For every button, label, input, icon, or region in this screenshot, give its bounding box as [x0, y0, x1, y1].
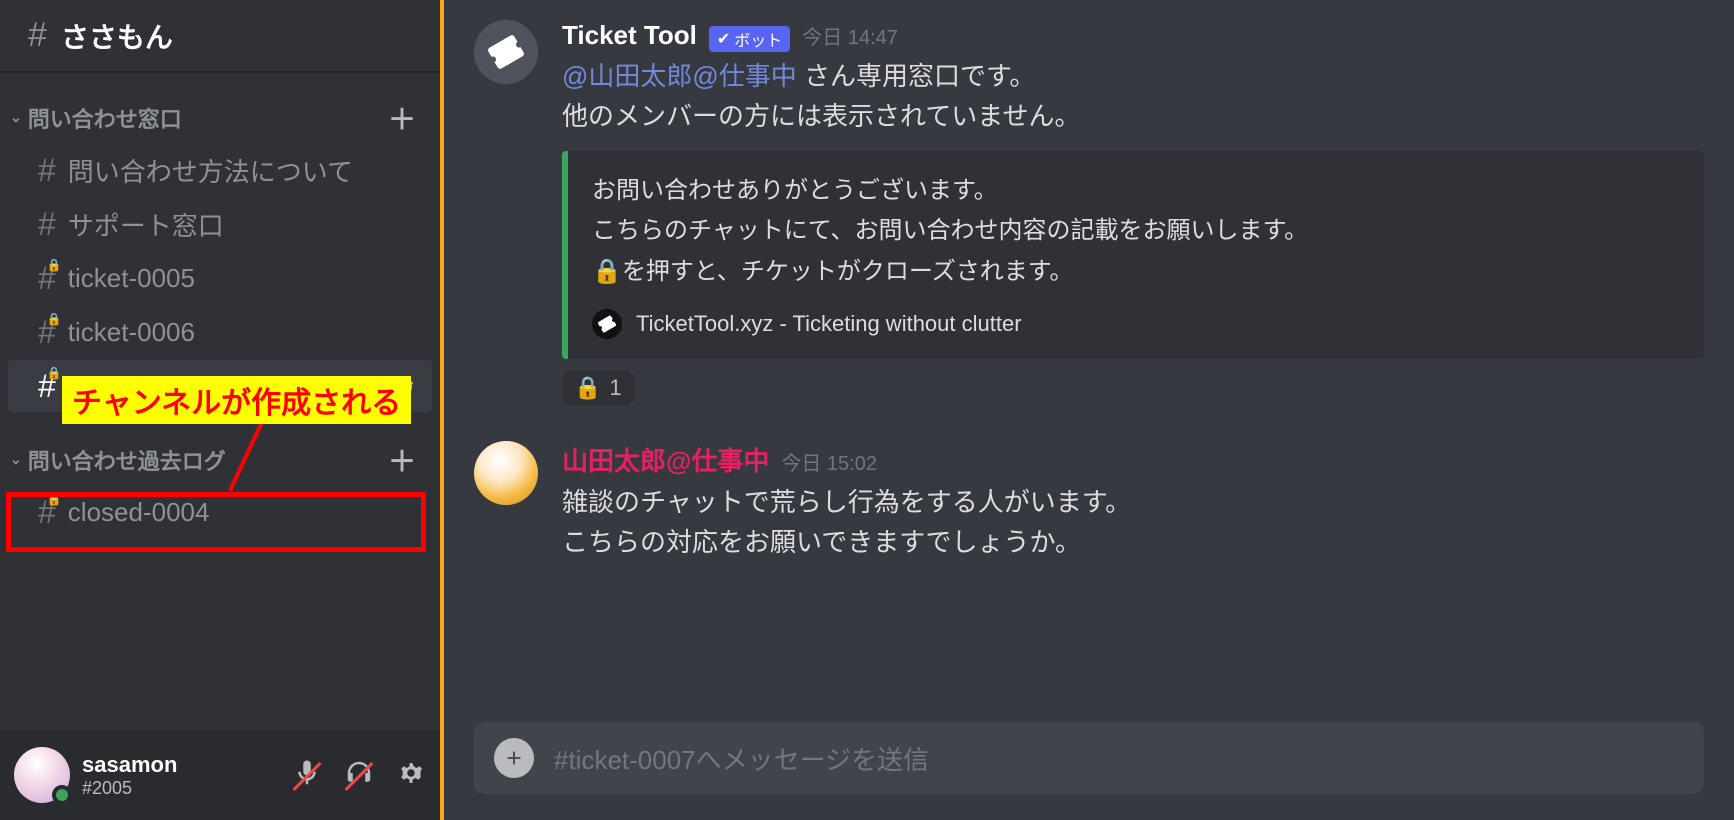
hash-lock-icon: #🔒 [38, 368, 56, 405]
embed-line: 🔒を押すと、チケットがクローズされます。 [592, 252, 1680, 293]
message-text: @山田太郎@仕事中 さん専用窓口です。 他のメンバーの方には表示されていません。 [562, 56, 1704, 137]
ticket-icon [592, 309, 622, 339]
channel-support[interactable]: # サポート窓口 [8, 198, 432, 250]
channel-list: ⌄ 問い合わせ窓口 ＋ # 問い合わせ方法について # サポート窓口 #🔒 ti… [0, 72, 440, 730]
reaction-count: 1 [609, 375, 621, 401]
hash-lock-icon: #🔒 [38, 494, 56, 531]
channel-howto[interactable]: # 問い合わせ方法について [8, 144, 432, 196]
message-bot: Ticket Tool ✔ ボット 今日 14:47 @山田太郎@仕事中 さん専… [474, 20, 1704, 405]
hash-icon: # [38, 152, 56, 189]
embed-footer-text: TicketTool.xyz - Ticketing without clutt… [636, 311, 1022, 337]
channel-closed-0004[interactable]: #🔒 closed-0004 [8, 486, 432, 538]
user-panel: sasamon #2005 [0, 730, 440, 820]
message-author[interactable]: Ticket Tool [562, 20, 697, 51]
user-info[interactable]: sasamon #2005 [82, 752, 177, 799]
hash-lock-icon: #🔒 [38, 314, 56, 351]
bot-avatar[interactable] [474, 20, 538, 84]
embed: お問い合わせありがとうございます。 こちらのチャットにて、お問い合わせ内容の記載… [562, 151, 1704, 359]
category-label: 問い合わせ過去ログ [28, 444, 226, 476]
channel-label: サポート窓口 [68, 206, 224, 243]
message-timestamp: 今日 15:02 [781, 447, 877, 476]
status-online-icon [52, 785, 72, 805]
hash-icon: # [38, 206, 56, 243]
hash-icon: # [28, 16, 47, 55]
avatar[interactable] [14, 747, 70, 803]
user-name: sasamon [82, 752, 177, 778]
channel-label: ticket-0006 [68, 317, 195, 348]
embed-line: お問い合わせありがとうございます。 [592, 171, 1680, 212]
attach-button[interactable] [494, 738, 534, 778]
hash-lock-icon: #🔒 [38, 260, 56, 297]
category-pastlog[interactable]: ⌄ 問い合わせ過去ログ ＋ [0, 434, 440, 484]
message-list: Ticket Tool ✔ ボット 今日 14:47 @山田太郎@仕事中 さん専… [444, 0, 1734, 722]
settings-icon[interactable] [396, 758, 426, 793]
composer-placeholder: #ticket-0007へメッセージを送信 [554, 740, 929, 777]
chevron-down-icon: ⌄ [10, 109, 22, 126]
message-text: 雑談のチャットで荒らし行為をする人がいます。 こちらの対応をお願いできますでしょ… [562, 482, 1704, 563]
deafen-icon[interactable] [344, 758, 374, 793]
message-timestamp: 今日 14:47 [802, 21, 898, 50]
add-channel-button[interactable]: ＋ [388, 440, 416, 480]
channel-label: ticket-0005 [68, 263, 195, 294]
lock-icon: 🔒 [574, 375, 601, 401]
sidebar: # ささもん ⌄ 問い合わせ窓口 ＋ # 問い合わせ方法について # サポート窓… [0, 0, 440, 820]
user-avatar[interactable] [474, 441, 538, 505]
mute-icon[interactable] [292, 758, 322, 793]
channel-ticket-0005[interactable]: #🔒 ticket-0005 [8, 252, 432, 304]
main-content: Ticket Tool ✔ ボット 今日 14:47 @山田太郎@仕事中 さん専… [440, 0, 1734, 820]
bot-badge: ✔ ボット [709, 26, 790, 52]
channel-header: # ささもん [0, 0, 440, 72]
add-channel-button[interactable]: ＋ [388, 98, 416, 138]
message-composer[interactable]: #ticket-0007へメッセージを送信 [474, 722, 1704, 794]
channel-ticket-0006[interactable]: #🔒 ticket-0006 [8, 306, 432, 358]
category-label: 問い合わせ窓口 [28, 102, 182, 134]
composer-area: #ticket-0007へメッセージを送信 [444, 722, 1734, 820]
message-user: 山田太郎@仕事中 今日 15:02 雑談のチャットで荒らし行為をする人がいます。… [474, 441, 1704, 563]
reaction-button[interactable]: 🔒 1 [562, 371, 634, 405]
embed-footer: TicketTool.xyz - Ticketing without clutt… [592, 309, 1680, 339]
embed-line: こちらのチャットにて、お問い合わせ内容の記載をお願いします。 [592, 211, 1680, 252]
annotation-callout: チャンネルが作成される [62, 376, 411, 424]
channel-label: 問い合わせ方法について [68, 152, 353, 189]
user-tag: #2005 [82, 778, 177, 799]
chevron-down-icon: ⌄ [10, 451, 22, 468]
ticket-icon [481, 27, 530, 76]
mention[interactable]: @山田太郎@仕事中 [562, 61, 797, 91]
server-name: ささもん [61, 16, 173, 56]
category-inquiry[interactable]: ⌄ 問い合わせ窓口 ＋ [0, 92, 440, 142]
message-author[interactable]: 山田太郎@仕事中 [562, 441, 769, 478]
channel-label: closed-0004 [68, 497, 210, 528]
